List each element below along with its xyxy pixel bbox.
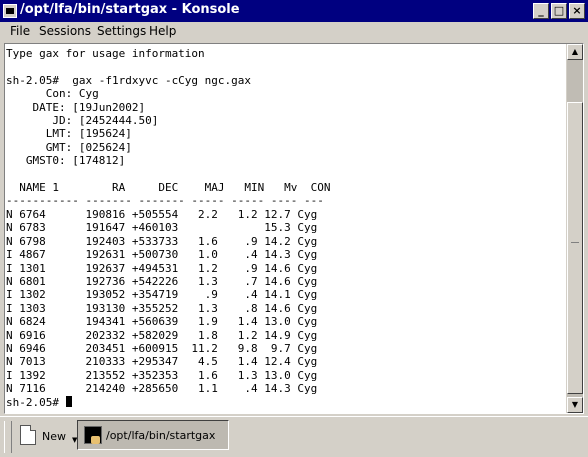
terminal-line: Con: Cyg [6,87,99,101]
terminal-line: N 6824 194341 +560639 1.9 1.4 13.0 Cyg [6,315,318,329]
konsole-window-icon[interactable] [3,4,17,18]
new-session-button[interactable]: New ▼ [14,420,77,452]
terminal-line: I 1302 193052 +354719 .9 .4 14.1 Cyg [6,288,318,302]
vertical-scrollbar[interactable]: ▲ ▼ [567,44,583,413]
terminal-line: N 6946 203451 +600915 11.2 9.8 9.7 Cyg [6,341,318,355]
text-cursor [65,395,72,407]
terminal-line: Type gax for usage information [6,47,205,60]
terminal-line: N 7116 214240 +285650 1.1 .4 14.3 Cyg [6,382,318,396]
terminal-output: Type gax for usage information sh-2.05# … [5,44,566,409]
scroll-down-button[interactable]: ▼ [567,397,583,413]
terminal-line: N 7013 210333 +295347 4.5 1.4 12.4 Cyg [6,355,318,369]
terminal-line: N 6798 192403 +533733 1.6 .9 14.2 Cyg [6,234,318,248]
terminal-line: LMT: [195624] [6,127,132,141]
scroll-thumb[interactable] [567,102,583,394]
new-session-label: New [42,430,66,443]
terminal-icon [84,426,102,444]
new-document-icon [20,425,36,445]
maximize-button[interactable]: □ [551,3,567,19]
shell-prompt: sh-2.05# [6,395,66,409]
terminal-line: JD: [2452444.50] [6,114,159,128]
terminal-line: I 1303 193130 +355252 1.3 .8 14.6 Cyg [6,301,318,315]
window-title: /opt/lfa/bin/startgax - Konsole [20,2,240,17]
menu-file[interactable]: File [10,24,30,38]
terminal-line: sh-2.05# gax -f1rdxyvc -cCyg ngc.gax [6,73,252,87]
terminal-area[interactable]: Type gax for usage information sh-2.05# … [5,44,566,413]
menu-sessions[interactable]: Sessions [39,24,91,38]
title-bar[interactable]: /opt/lfa/bin/startgax - Konsole _ □ × [0,0,588,22]
terminal-line: I 1392 213552 +352353 1.6 1.3 13.0 Cyg [6,368,318,382]
terminal-line: DATE: [19Jun2002] [6,100,146,114]
scroll-track[interactable] [567,60,583,397]
minimize-button[interactable]: _ [533,3,549,19]
close-button[interactable]: × [569,3,585,19]
menu-help[interactable]: Help [149,24,176,38]
terminal-line: I 1301 192637 +494531 1.2 .9 14.6 Cyg [6,261,318,275]
terminal-line: N 6764 190816 +505554 2.2 1.2 12.7 Cyg [6,207,318,221]
task-label: /opt/lfa/bin/startgax [106,429,216,442]
terminal-line: N 6801 192736 +542226 1.3 .7 14.6 Cyg [6,274,318,288]
terminal-line: GMT: [025624] [6,140,132,154]
taskbar: New ▼ /opt/lfa/bin/startgax [0,416,588,457]
terminal-line: I 4867 192631 +500730 1.0 .4 14.3 Cyg [6,248,318,262]
terminal-line: GMST0: [174812] [6,154,126,168]
taskbar-task-konsole[interactable]: /opt/lfa/bin/startgax [77,420,229,450]
terminal-line: ----------- ------- ------- ----- ----- … [6,194,324,208]
scroll-up-button[interactable]: ▲ [567,44,583,60]
terminal-line: NAME 1 RA DEC MAJ MIN Mv CON [6,181,331,195]
terminal-line: N 6783 191647 +460103 15.3 Cyg [6,221,318,235]
menu-bar: File Sessions Settings Help [0,22,588,42]
menu-settings[interactable]: Settings [97,24,146,38]
taskbar-handle[interactable] [4,421,12,453]
terminal-line: N 6916 202332 +582029 1.8 1.2 14.9 Cyg [6,328,318,342]
